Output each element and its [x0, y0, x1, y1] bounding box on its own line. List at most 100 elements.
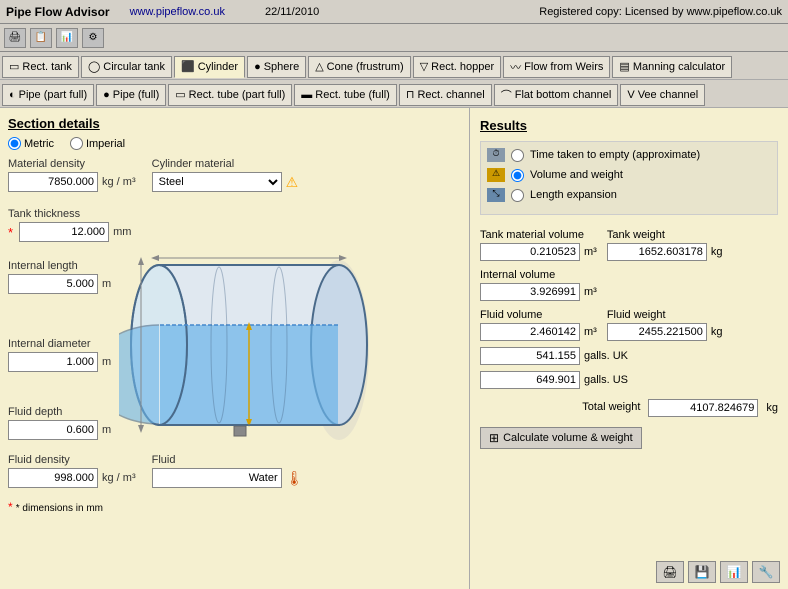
material-density-group: Material density kg / m³ — [8, 158, 136, 192]
app-date: 22/11/2010 — [265, 6, 319, 18]
internal-volume-group: Internal volume m³ — [480, 269, 778, 301]
toolbar-icon-3[interactable]: 📊 — [56, 28, 78, 48]
fluid-volume-label: Fluid volume — [480, 309, 597, 321]
length-icon: ⤡ — [487, 188, 505, 202]
required-indicator: * — [8, 225, 13, 240]
rect-tube-part-icon: ▭ — [175, 88, 185, 101]
vee-channel-icon: V — [627, 89, 634, 101]
nav-vee-channel[interactable]: V Vee channel — [620, 84, 705, 106]
internal-length-unit: m — [102, 278, 111, 290]
nav-rect-channel[interactable]: ⊓ Rect. channel — [399, 84, 492, 106]
bottom-icon-1[interactable]: 🖨 — [656, 561, 684, 583]
rect-tube-full-icon: ▬ — [301, 89, 312, 101]
calculate-button[interactable]: ⊞ Calculate volume & weight — [480, 427, 642, 449]
tank-weight-unit: kg — [711, 246, 723, 258]
nav-flat-channel[interactable]: ⌒ Flat bottom channel — [494, 84, 619, 106]
toolbar-icon-4[interactable]: ⚙ — [82, 28, 104, 48]
tank-material-volume-unit: m³ — [584, 246, 597, 258]
fluid-label: Fluid — [152, 454, 304, 466]
cylinder-material-select[interactable]: Steel Aluminium Copper Other — [152, 172, 282, 192]
length-expansion-radio[interactable]: ⤡ Length expansion — [487, 188, 771, 202]
app-title: Pipe Flow Advisor — [6, 5, 110, 19]
sphere-icon: ● — [254, 61, 261, 73]
fluid-density-input[interactable] — [8, 468, 98, 488]
hopper-icon: ▽ — [420, 60, 428, 73]
bottom-icon-2[interactable]: 💾 — [688, 561, 716, 583]
volume-weight-radio[interactable]: ⚠ Volume and weight — [487, 168, 771, 182]
fluid-weight-unit: kg — [711, 326, 723, 338]
fluid-volume-group: Fluid volume m³ — [480, 309, 597, 341]
fluid-depth-label: Fluid depth — [8, 406, 111, 418]
bottom-icon-4[interactable]: 🔧 — [752, 561, 780, 583]
units-radio-group: Metric Imperial — [8, 137, 461, 150]
toolbar-icon-2[interactable]: 📋 — [30, 28, 52, 48]
tank-thickness-group: Tank thickness * mm — [8, 208, 461, 242]
fluid-input[interactable] — [152, 468, 282, 488]
tank-thickness-input[interactable] — [19, 222, 109, 242]
length-expansion-label: Length expansion — [530, 189, 617, 201]
internal-length-input[interactable] — [8, 274, 98, 294]
volume-weight-label: Volume and weight — [530, 169, 623, 181]
dimensions-note: * dimensions in mm — [16, 503, 103, 514]
nav-circular-tank[interactable]: ◯ Circular tank — [81, 56, 172, 78]
fluid-volume-value — [480, 323, 580, 341]
titlebar: Pipe Flow Advisor www.pipeflow.co.uk 22/… — [0, 0, 788, 24]
material-density-input[interactable] — [8, 172, 98, 192]
cone-label: Cone (frustrum) — [327, 61, 404, 73]
nav-rect-tube-full[interactable]: ▬ Rect. tube (full) — [294, 84, 397, 106]
material-density-label: Material density — [8, 158, 136, 170]
cylinder-material-group: Cylinder material Steel Aluminium Copper… — [152, 158, 299, 192]
internal-diameter-label: Internal diameter — [8, 338, 111, 350]
bottom-icons: 🖨 💾 📊 🔧 — [656, 561, 780, 583]
nav-row-2: ◐ Pipe (part full) ● Pipe (full) ▭ Rect.… — [0, 80, 788, 108]
clock-icon: ⏱ — [487, 148, 505, 162]
nav-flow-weirs[interactable]: 〰 Flow from Weirs — [503, 56, 610, 78]
flat-channel-label: Flat bottom channel — [515, 89, 612, 101]
fluid-weight-value — [607, 323, 707, 341]
nav-cylinder[interactable]: ⬛ Cylinder — [174, 56, 245, 78]
nav-cone[interactable]: △ Cone (frustrum) — [308, 56, 411, 78]
fluid-volume-uk-unit: galls. UK — [584, 350, 628, 362]
total-weight-value — [648, 399, 758, 417]
tank-weight-label: Tank weight — [607, 229, 723, 241]
circular-tank-icon: ◯ — [88, 60, 100, 73]
registered-text: Registered copy: Licensed by www.pipeflo… — [539, 6, 782, 18]
circular-tank-label: Circular tank — [103, 61, 165, 73]
tank-material-volume-label: Tank material volume — [480, 229, 597, 241]
tank-material-volume-group: Tank material volume m³ — [480, 229, 597, 261]
fluid-section: Fluid density kg / m³ Fluid 🌡 — [8, 454, 461, 496]
imperial-radio[interactable]: Imperial — [70, 137, 125, 150]
toolbar-icon-1[interactable]: 🖨 — [4, 28, 26, 48]
nav-rect-tank[interactable]: ▭ Rect. tank — [2, 56, 79, 78]
internal-diameter-input[interactable] — [8, 352, 98, 372]
cylinder-diagram — [119, 250, 461, 448]
bottom-icon-3[interactable]: 📊 — [720, 561, 748, 583]
calculate-icon: ⊞ — [489, 431, 499, 445]
nav-sphere[interactable]: ● Sphere — [247, 56, 306, 78]
cylinder-label: Cylinder — [198, 61, 238, 73]
fluid-density-group: Fluid density kg / m³ — [8, 454, 136, 488]
internal-volume-label: Internal volume — [480, 269, 778, 281]
tank-material-volume-value — [480, 243, 580, 261]
cylinder-icon: ⬛ — [181, 60, 195, 73]
results-values: Tank material volume m³ Tank weight kg — [480, 229, 778, 449]
material-density-unit: kg / m³ — [102, 176, 136, 188]
nav-rect-tube-part[interactable]: ▭ Rect. tube (part full) — [168, 84, 292, 106]
main-area: Section details Metric Imperial Material… — [0, 108, 788, 589]
cylinder-svg — [119, 250, 399, 445]
nav-rect-hopper[interactable]: ▽ Rect. hopper — [413, 56, 501, 78]
metric-radio[interactable]: Metric — [8, 137, 54, 150]
flat-channel-icon: ⌒ — [501, 87, 512, 103]
time-empty-radio[interactable]: ⏱ Time taken to empty (approximate) — [487, 148, 771, 162]
toolbar: 🖨 📋 📊 ⚙ — [0, 24, 788, 52]
nav-pipe-part[interactable]: ◐ Pipe (part full) — [2, 84, 94, 106]
manning-label: Manning calculator — [633, 61, 725, 73]
vee-channel-label: Vee channel — [638, 89, 699, 101]
rect-tank-label: Rect. tank — [22, 61, 72, 73]
fluid-depth-input[interactable] — [8, 420, 98, 440]
nav-manning[interactable]: ▤ Manning calculator — [612, 56, 732, 78]
nav-pipe-full[interactable]: ● Pipe (full) — [96, 84, 166, 106]
tank-weight-value — [607, 243, 707, 261]
fluid-depth-group: Fluid depth m — [8, 406, 111, 440]
fluid-icon: 🌡 — [286, 470, 304, 487]
